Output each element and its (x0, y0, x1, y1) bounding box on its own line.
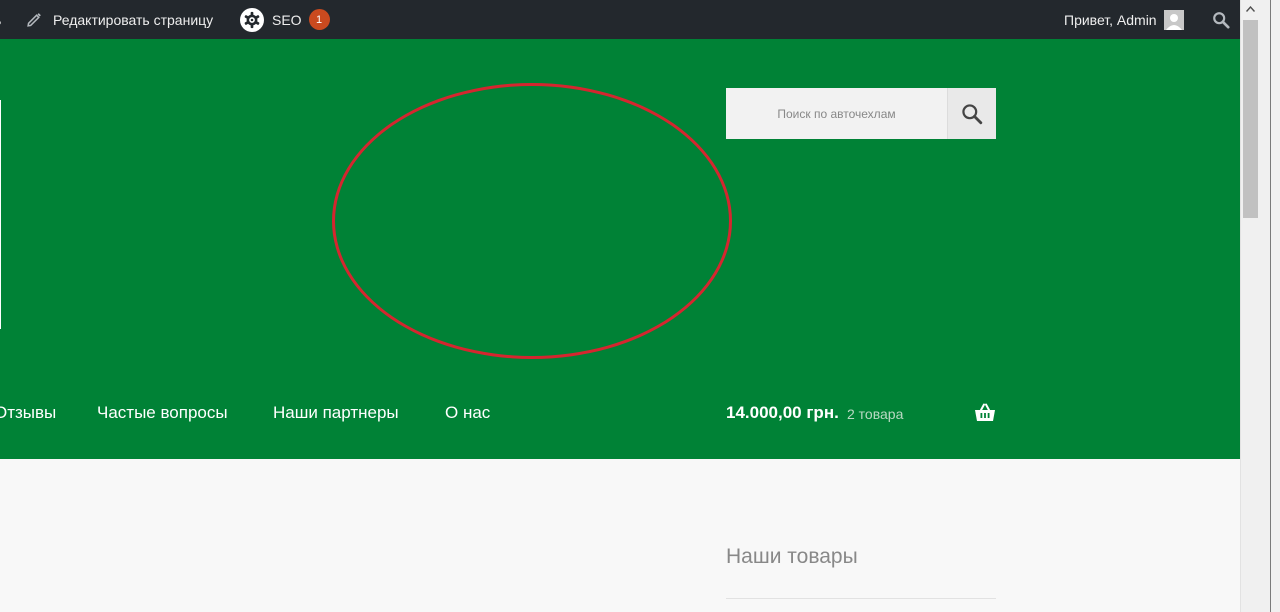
truncated-label: ь (0, 12, 1, 28)
cart-total[interactable]: 14.000,00 грн. (726, 403, 839, 423)
admin-bar: ь Редактировать страницу (0, 0, 1240, 39)
widget-divider (726, 598, 996, 599)
user-greeting: Привет, Admin (1064, 11, 1157, 28)
search-icon (962, 103, 983, 124)
user-avatar-icon (1163, 9, 1184, 30)
pencil-icon (27, 13, 41, 27)
admin-bar-search-button[interactable] (1212, 0, 1230, 39)
page-scrollbar[interactable] (1240, 0, 1259, 612)
search-submit-button[interactable] (947, 88, 996, 139)
seo-notification-badge: 1 (308, 9, 330, 30)
page: ь Редактировать страницу (0, 0, 1280, 612)
widget-title-products: Наши товары (726, 545, 858, 568)
nav-item-about[interactable]: О нас (445, 403, 490, 423)
logo-frame-edge (0, 100, 1, 329)
edit-page-link[interactable]: Редактировать страницу (26, 0, 213, 39)
nav-item-reviews[interactable]: Отзывы (0, 403, 56, 423)
annotation-ellipse (332, 83, 732, 359)
scroll-up-arrow-icon[interactable] (1241, 0, 1260, 18)
admin-bar-truncated-item[interactable]: ь (0, 0, 8, 39)
product-search (726, 88, 996, 139)
user-account-menu[interactable]: Привет, Admin (1064, 0, 1184, 39)
site-header: Отзывы Частые вопросы Наши партнеры О на… (0, 39, 1240, 459)
window-edge-line (1270, 0, 1271, 612)
nav-item-faq[interactable]: Частые вопросы (97, 403, 228, 423)
edit-page-label: Редактировать страницу (53, 11, 214, 28)
nav-item-partners[interactable]: Наши партнеры (273, 403, 399, 423)
basket-icon[interactable] (974, 403, 996, 423)
seo-label: SEO (272, 11, 302, 28)
cart-item-count[interactable]: 2 товара (847, 406, 903, 422)
seo-gear-icon (240, 7, 264, 32)
search-icon (1213, 11, 1230, 29)
search-input[interactable] (726, 88, 947, 139)
scrollbar-thumb[interactable] (1243, 20, 1258, 218)
seo-menu[interactable]: SEO 1 (240, 0, 330, 39)
